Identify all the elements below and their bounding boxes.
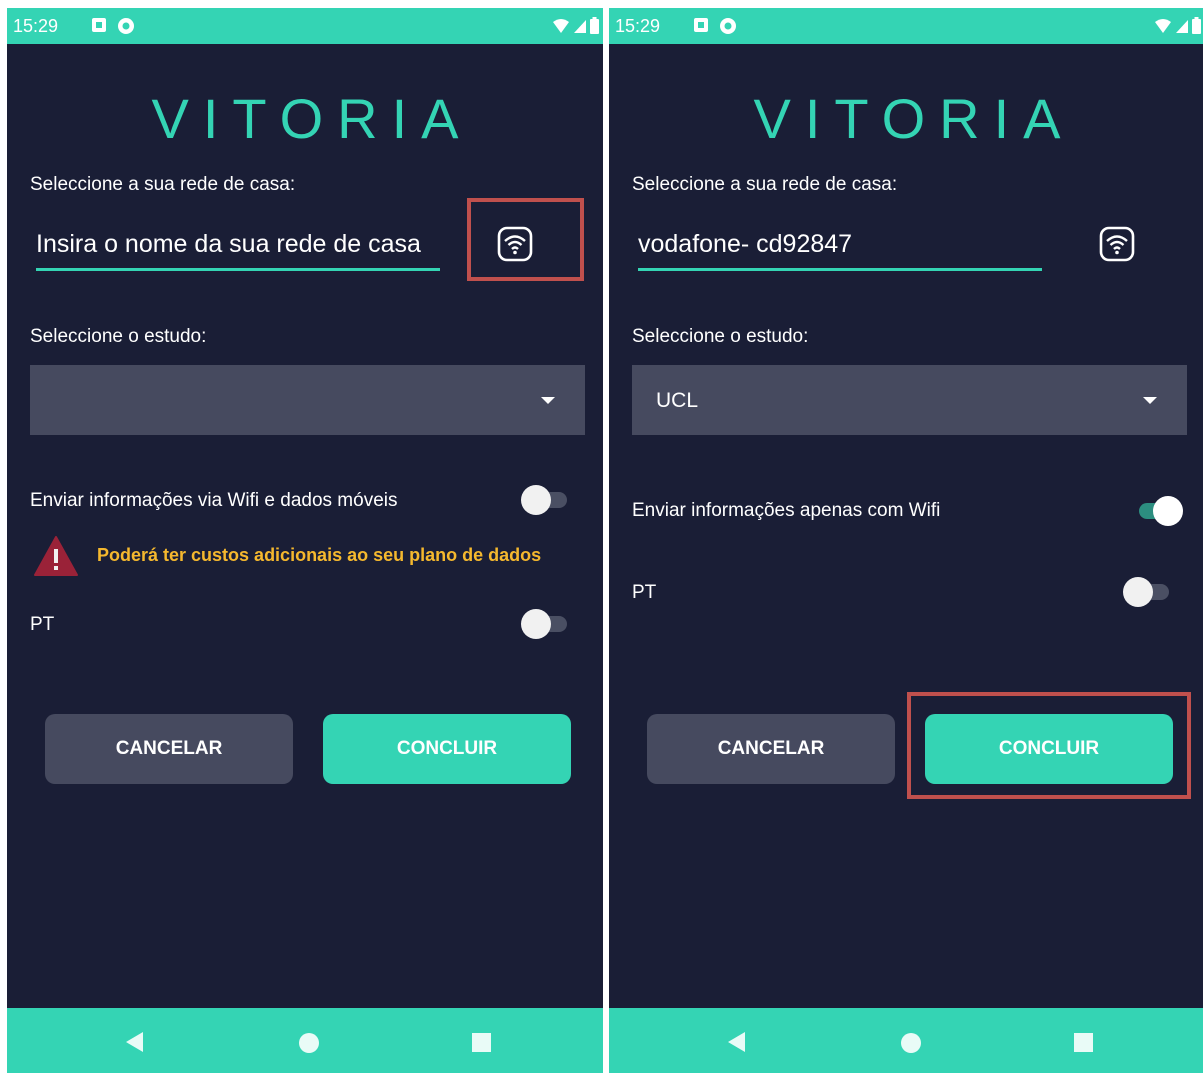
cell-signal-icon xyxy=(1176,19,1188,33)
study-label: Seleccione o estudo: xyxy=(30,326,207,347)
pt-toggle-label: PT xyxy=(30,614,55,635)
status-time: 15:29 xyxy=(615,16,661,36)
screen-left: 15:29 VITORIA Seleccione a sua rede de c… xyxy=(7,8,603,1073)
battery-icon xyxy=(590,17,599,34)
wifi-signal-icon xyxy=(1155,18,1171,33)
app-title: VITORIA xyxy=(753,87,1075,150)
app-title: VITORIA xyxy=(151,87,473,150)
status-bar: 15:29 xyxy=(609,8,1203,44)
cancel-button[interactable]: CANCELAR xyxy=(647,714,895,784)
conclude-button-highlight xyxy=(907,692,1191,799)
navigation-bar xyxy=(7,1008,603,1073)
cell-signal-icon xyxy=(574,19,586,33)
warning-icon xyxy=(34,536,78,576)
nav-home-icon[interactable] xyxy=(299,1033,319,1053)
pt-toggle[interactable] xyxy=(521,609,571,639)
notification-icon xyxy=(694,18,708,32)
wifi-icon[interactable] xyxy=(1099,226,1135,262)
chevron-down-icon xyxy=(1143,397,1157,404)
study-label: Seleccione o estudo: xyxy=(632,326,809,347)
app-notification-icon xyxy=(720,18,736,34)
cancel-button[interactable]: CANCELAR xyxy=(45,714,293,784)
screen-right: 15:29 VITORIA Seleccione a sua rede de c… xyxy=(609,8,1203,1073)
wifi-data-toggle[interactable] xyxy=(521,485,571,515)
network-name-input[interactable]: vodafone- cd92847 xyxy=(638,230,1042,271)
nav-recents-icon[interactable] xyxy=(472,1033,491,1052)
wifi-only-toggle-label: Enviar informações apenas com Wifi xyxy=(632,500,941,521)
study-dropdown[interactable]: UCL xyxy=(632,365,1187,435)
wifi-data-toggle-label: Enviar informações via Wifi e dados móve… xyxy=(30,490,398,511)
pt-toggle[interactable] xyxy=(1123,577,1173,607)
battery-icon xyxy=(1192,17,1201,34)
network-label: Seleccione a sua rede de casa: xyxy=(30,174,296,195)
navigation-bar xyxy=(609,1008,1203,1073)
nav-back-icon[interactable] xyxy=(728,1032,745,1052)
nav-recents-icon[interactable] xyxy=(1074,1033,1093,1052)
nav-home-icon[interactable] xyxy=(901,1033,921,1053)
pt-toggle-label: PT xyxy=(632,582,657,603)
wifi-signal-icon xyxy=(553,18,569,33)
wifi-button-highlight xyxy=(467,198,584,281)
network-label: Seleccione a sua rede de casa: xyxy=(632,174,898,195)
wifi-only-toggle[interactable] xyxy=(1133,496,1183,526)
nav-back-icon[interactable] xyxy=(126,1032,143,1052)
status-time: 15:29 xyxy=(13,16,59,36)
status-bar: 15:29 xyxy=(7,8,603,44)
chevron-down-icon xyxy=(541,397,555,404)
study-dropdown[interactable] xyxy=(30,365,585,435)
network-name-input[interactable]: Insira o nome da sua rede de casa xyxy=(36,230,440,271)
app-notification-icon xyxy=(118,18,134,34)
study-dropdown-value: UCL xyxy=(656,389,699,412)
conclude-button[interactable]: CONCLUIR xyxy=(323,714,571,784)
data-cost-warning: Poderá ter custos adicionais ao seu plan… xyxy=(97,545,542,565)
notification-icon xyxy=(92,18,106,32)
